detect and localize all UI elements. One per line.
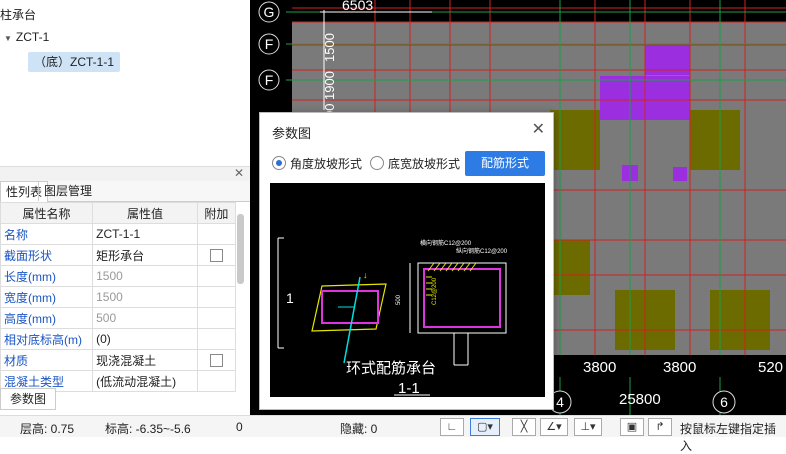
diagram-title: 环式配筋承台 xyxy=(346,360,436,377)
properties-table: 属性名称 属性值 附加 名称 ZCT-1-1 截面形状 矩形承台 长度(mm) 1500 宽… xyxy=(0,202,237,392)
status-elevation: 标高: -6.35~-5.6 xyxy=(105,422,191,436)
axis-bubble-g: G xyxy=(258,1,280,23)
status-hidden: 隐藏: 0 xyxy=(340,422,378,436)
table-row[interactable]: 长度(mm) 1500 xyxy=(0,265,237,287)
prop-name: 名称 xyxy=(0,223,94,245)
dim-3800-a: 3800 xyxy=(583,359,616,376)
label-longitudinal-rebar: 纵向钢筋C12@200 xyxy=(456,247,508,255)
prop-value[interactable]: 现浇混凝土 xyxy=(92,349,198,371)
prop-value[interactable]: (0) xyxy=(92,328,198,350)
prop-value[interactable]: 矩形承台 xyxy=(92,244,198,266)
prop-extra xyxy=(196,307,237,329)
table-row[interactable]: 相对底标高(m) (0) xyxy=(0,328,237,350)
properties-scrollbar[interactable] xyxy=(237,214,244,284)
panel-tabs: 性列表 图层管理 xyxy=(0,181,250,202)
pile-cap xyxy=(690,110,740,170)
print-icon[interactable]: ▣ xyxy=(620,418,644,436)
arrow-mark: ↓ xyxy=(363,270,368,280)
prop-name: 宽度(mm) xyxy=(0,286,94,308)
label-height-dim: 500 xyxy=(396,294,402,305)
tree-node-selected[interactable]: （底）ZCT-1-1 xyxy=(28,52,121,72)
dim-520: 520 xyxy=(758,359,783,376)
table-row[interactable]: 高度(mm) 500 xyxy=(0,307,237,329)
axis-bubble-6: 6 xyxy=(712,390,736,414)
param-diagram-button[interactable]: 参数图 xyxy=(0,388,56,410)
offset-icon[interactable]: ⊥▾ xyxy=(574,418,602,436)
dim-25800: 25800 xyxy=(619,391,661,408)
prop-extra xyxy=(196,370,237,392)
prop-extra xyxy=(196,244,237,266)
axis-bubble-f1: F xyxy=(258,33,280,55)
dim-6503: 6503 xyxy=(342,0,373,13)
prop-name: 高度(mm) xyxy=(0,307,94,329)
header-prop-value: 属性值 xyxy=(92,202,198,224)
table-header: 属性名称 属性值 附加 xyxy=(0,202,237,224)
rect-select-icon[interactable]: ▢▾ xyxy=(470,418,500,436)
svg-text:6: 6 xyxy=(720,394,728,410)
section-mark-1: 1 xyxy=(286,290,294,306)
prop-value[interactable]: 1500 xyxy=(92,265,198,287)
table-row[interactable]: 宽度(mm) 1500 xyxy=(0,286,237,308)
arc-icon[interactable]: ↱ xyxy=(648,418,672,436)
svg-text:4: 4 xyxy=(556,394,564,410)
param-dialog: 参数图 ✕ 角度放坡形式 底宽放坡形式 配筋形式 1 ↓ 横向钢筋C12@200… xyxy=(259,112,554,410)
prop-extra xyxy=(196,286,237,308)
prop-name: 长度(mm) xyxy=(0,265,94,287)
pile-cap xyxy=(550,110,600,170)
svg-text:F: F xyxy=(265,72,274,88)
prop-value[interactable]: ZCT-1-1 xyxy=(92,223,198,245)
angle-icon[interactable]: ∠▾ xyxy=(540,418,568,436)
panel-splitter[interactable]: ✕ xyxy=(0,166,250,181)
prop-extra xyxy=(196,328,237,350)
prop-name: 材质 xyxy=(0,349,94,371)
prop-value[interactable]: (低流动混凝土) xyxy=(92,370,198,392)
param-preview: 1 ↓ 横向钢筋C12@200 纵向钢筋C12@200 C12@200 500 xyxy=(270,183,545,397)
dialog-title: 参数图 xyxy=(272,126,312,141)
prop-name: 相对底标高(m) xyxy=(0,328,94,350)
label-transverse-rebar: 横向钢筋C12@200 xyxy=(420,239,472,247)
radio-bottom-width-slope-label[interactable]: 底宽放坡形式 xyxy=(388,155,460,172)
table-row[interactable]: 材质 现浇混凝土 xyxy=(0,349,237,371)
svg-text:G: G xyxy=(264,4,275,20)
section-label: 1-1 xyxy=(398,380,420,397)
pile-cap xyxy=(550,240,590,295)
prop-extra xyxy=(196,349,237,371)
tree-title: 柱承台 xyxy=(0,8,37,22)
header-extra: 附加 xyxy=(196,202,237,224)
ortho-icon[interactable]: ∟ xyxy=(440,418,464,436)
rebar-form-button[interactable]: 配筋形式 xyxy=(465,151,545,176)
prop-value[interactable]: 500 xyxy=(92,307,198,329)
close-icon[interactable]: ✕ xyxy=(234,166,244,180)
extra-checkbox[interactable] xyxy=(209,249,223,263)
dim-3800-b: 3800 xyxy=(663,359,696,376)
prop-name: 截面形状 xyxy=(0,244,94,266)
status-bar: 层高: 0.75 标高: -6.35~-5.6 0 隐藏: 0 ∟ ▢▾ ╳ ∠… xyxy=(0,415,786,453)
left-panel: 柱承台 ▼ ZCT-1 （底）ZCT-1-1 ✕ 性列表 图层管理 属性名称 属性… xyxy=(0,0,250,415)
tree-node-zct1[interactable]: ▼ ZCT-1 xyxy=(4,30,49,44)
tree-node-label: ZCT-1 xyxy=(15,30,50,44)
status-floor-height: 层高: 0.75 xyxy=(20,422,75,436)
extra-checkbox[interactable] xyxy=(209,354,223,368)
close-icon[interactable]: ✕ xyxy=(532,119,545,139)
pile-cap-diagram: 1 ↓ 横向钢筋C12@200 纵向钢筋C12@200 C12@200 500 xyxy=(277,237,508,397)
radio-angle-slope[interactable] xyxy=(272,156,286,170)
column xyxy=(673,167,687,181)
caret-down-icon[interactable]: ▼ xyxy=(4,34,12,43)
radio-bottom-width-slope[interactable] xyxy=(370,156,384,170)
header-prop-name: 属性名称 xyxy=(0,202,94,224)
status-hint: 按鼠标左键指定插入 xyxy=(680,422,777,453)
cross-icon[interactable]: ╳ xyxy=(512,418,536,436)
tab-layers[interactable]: 图层管理 xyxy=(38,181,97,201)
table-row[interactable]: 截面形状 矩形承台 xyxy=(0,244,237,266)
svg-text:F: F xyxy=(265,36,274,52)
axis-bubble-f2: F xyxy=(258,69,280,91)
prop-extra xyxy=(196,265,237,287)
prop-value[interactable]: 1500 xyxy=(92,286,198,308)
label-side-rebar: C12@200 xyxy=(432,277,438,305)
pile-cap xyxy=(710,290,770,350)
status-zero: 0 xyxy=(236,420,243,434)
prop-extra xyxy=(196,223,237,245)
radio-angle-slope-label[interactable]: 角度放坡形式 xyxy=(290,155,362,172)
table-row[interactable]: 名称 ZCT-1-1 xyxy=(0,223,237,245)
